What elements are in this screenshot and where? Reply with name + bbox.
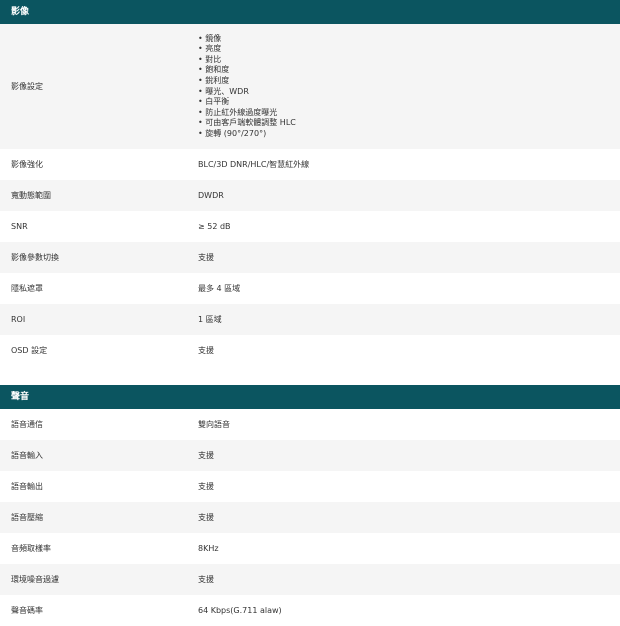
spec-label: 聲音碼率 bbox=[11, 606, 43, 615]
spec-label: 寬動態範圍 bbox=[11, 191, 51, 200]
spec-value: DWDR bbox=[198, 191, 224, 200]
spec-row: 語音通信 雙向語音 bbox=[0, 409, 620, 440]
spec-value: 鏡像 亮度 對比 飽和度 銳利度 曝光、WDR 白平衡 防止紅外線過度曝光 可由… bbox=[186, 34, 620, 140]
spec-row: 寬動態範圍 DWDR bbox=[0, 180, 620, 211]
spec-label: 隱私遮罩 bbox=[11, 284, 43, 293]
spec-value: 支援 bbox=[198, 451, 214, 460]
spec-row: 聲音碼率 64 Kbps(G.711 alaw) bbox=[0, 595, 620, 626]
spec-row-video-settings: 影像設定 鏡像 亮度 對比 飽和度 銳利度 曝光、WDR 白平衡 防止紅外線過度… bbox=[0, 24, 620, 149]
section-spacer bbox=[0, 366, 620, 385]
list-item: 旋轉 (90°/270°) bbox=[198, 129, 620, 140]
spec-row: 語音輸入 支援 bbox=[0, 440, 620, 471]
video-settings-list: 鏡像 亮度 對比 飽和度 銳利度 曝光、WDR 白平衡 防止紅外線過度曝光 可由… bbox=[198, 34, 620, 140]
spec-value: 支援 bbox=[198, 513, 214, 522]
spec-row: 環境噪音過濾 支援 bbox=[0, 564, 620, 595]
spec-label: SNR bbox=[11, 222, 28, 231]
spec-label: 影像參數切換 bbox=[11, 253, 59, 262]
spec-label: 語音通信 bbox=[11, 420, 43, 429]
spec-value: BLC/3D DNR/HLC/智慧紅外線 bbox=[198, 160, 310, 169]
spec-value: 1 區域 bbox=[198, 315, 222, 324]
spec-value: ≥ 52 dB bbox=[198, 222, 231, 231]
spec-value: 雙向語音 bbox=[198, 420, 230, 429]
video-section-title: 影像 bbox=[0, 0, 620, 24]
spec-value: 支援 bbox=[198, 253, 214, 262]
spec-label: OSD 設定 bbox=[11, 346, 48, 355]
audio-section-title: 聲音 bbox=[0, 385, 620, 409]
spec-value: 最多 4 區域 bbox=[198, 284, 241, 293]
spec-row: OSD 設定 支援 bbox=[0, 335, 620, 366]
spec-value: 64 Kbps(G.711 alaw) bbox=[198, 606, 282, 615]
spec-value: 支援 bbox=[198, 575, 214, 584]
spec-row: SNR ≥ 52 dB bbox=[0, 211, 620, 242]
spec-row: 音頻取樣率 8KHz bbox=[0, 533, 620, 564]
list-item: 曝光、WDR bbox=[198, 87, 620, 98]
spec-row: 影像強化 BLC/3D DNR/HLC/智慧紅外線 bbox=[0, 149, 620, 180]
spec-row: 語音輸出 支援 bbox=[0, 471, 620, 502]
spec-value: 8KHz bbox=[198, 544, 219, 553]
list-item: 可由客戶端軟體調整 HLC bbox=[198, 118, 620, 129]
spec-label: 環境噪音過濾 bbox=[11, 575, 59, 584]
spec-row: ROI 1 區域 bbox=[0, 304, 620, 335]
spec-label: ROI bbox=[11, 315, 26, 324]
spec-value: 支援 bbox=[198, 482, 214, 491]
list-item: 亮度 bbox=[198, 44, 620, 55]
spec-label: 影像設定 bbox=[11, 82, 43, 91]
list-item: 飽和度 bbox=[198, 65, 620, 76]
audio-section: 聲音 語音通信 雙向語音 語音輸入 支援 語音輸出 支援 語音壓縮 支援 音頻取… bbox=[0, 385, 620, 626]
spec-label: 音頻取樣率 bbox=[11, 544, 51, 553]
list-item: 鏡像 bbox=[198, 34, 620, 45]
spec-row: 隱私遮罩 最多 4 區域 bbox=[0, 273, 620, 304]
spec-label: 語音輸入 bbox=[11, 451, 43, 460]
list-item: 對比 bbox=[198, 55, 620, 66]
list-item: 銳利度 bbox=[198, 76, 620, 87]
spec-value: 支援 bbox=[198, 346, 214, 355]
spec-row: 語音壓縮 支援 bbox=[0, 502, 620, 533]
video-section: 影像 影像設定 鏡像 亮度 對比 飽和度 銳利度 曝光、WDR 白平衡 防止紅外… bbox=[0, 0, 620, 366]
spec-label: 語音輸出 bbox=[11, 482, 43, 491]
list-item: 白平衡 bbox=[198, 97, 620, 108]
spec-row: 影像參數切換 支援 bbox=[0, 242, 620, 273]
list-item: 防止紅外線過度曝光 bbox=[198, 108, 620, 119]
spec-label: 影像強化 bbox=[11, 160, 43, 169]
spec-label: 語音壓縮 bbox=[11, 513, 43, 522]
